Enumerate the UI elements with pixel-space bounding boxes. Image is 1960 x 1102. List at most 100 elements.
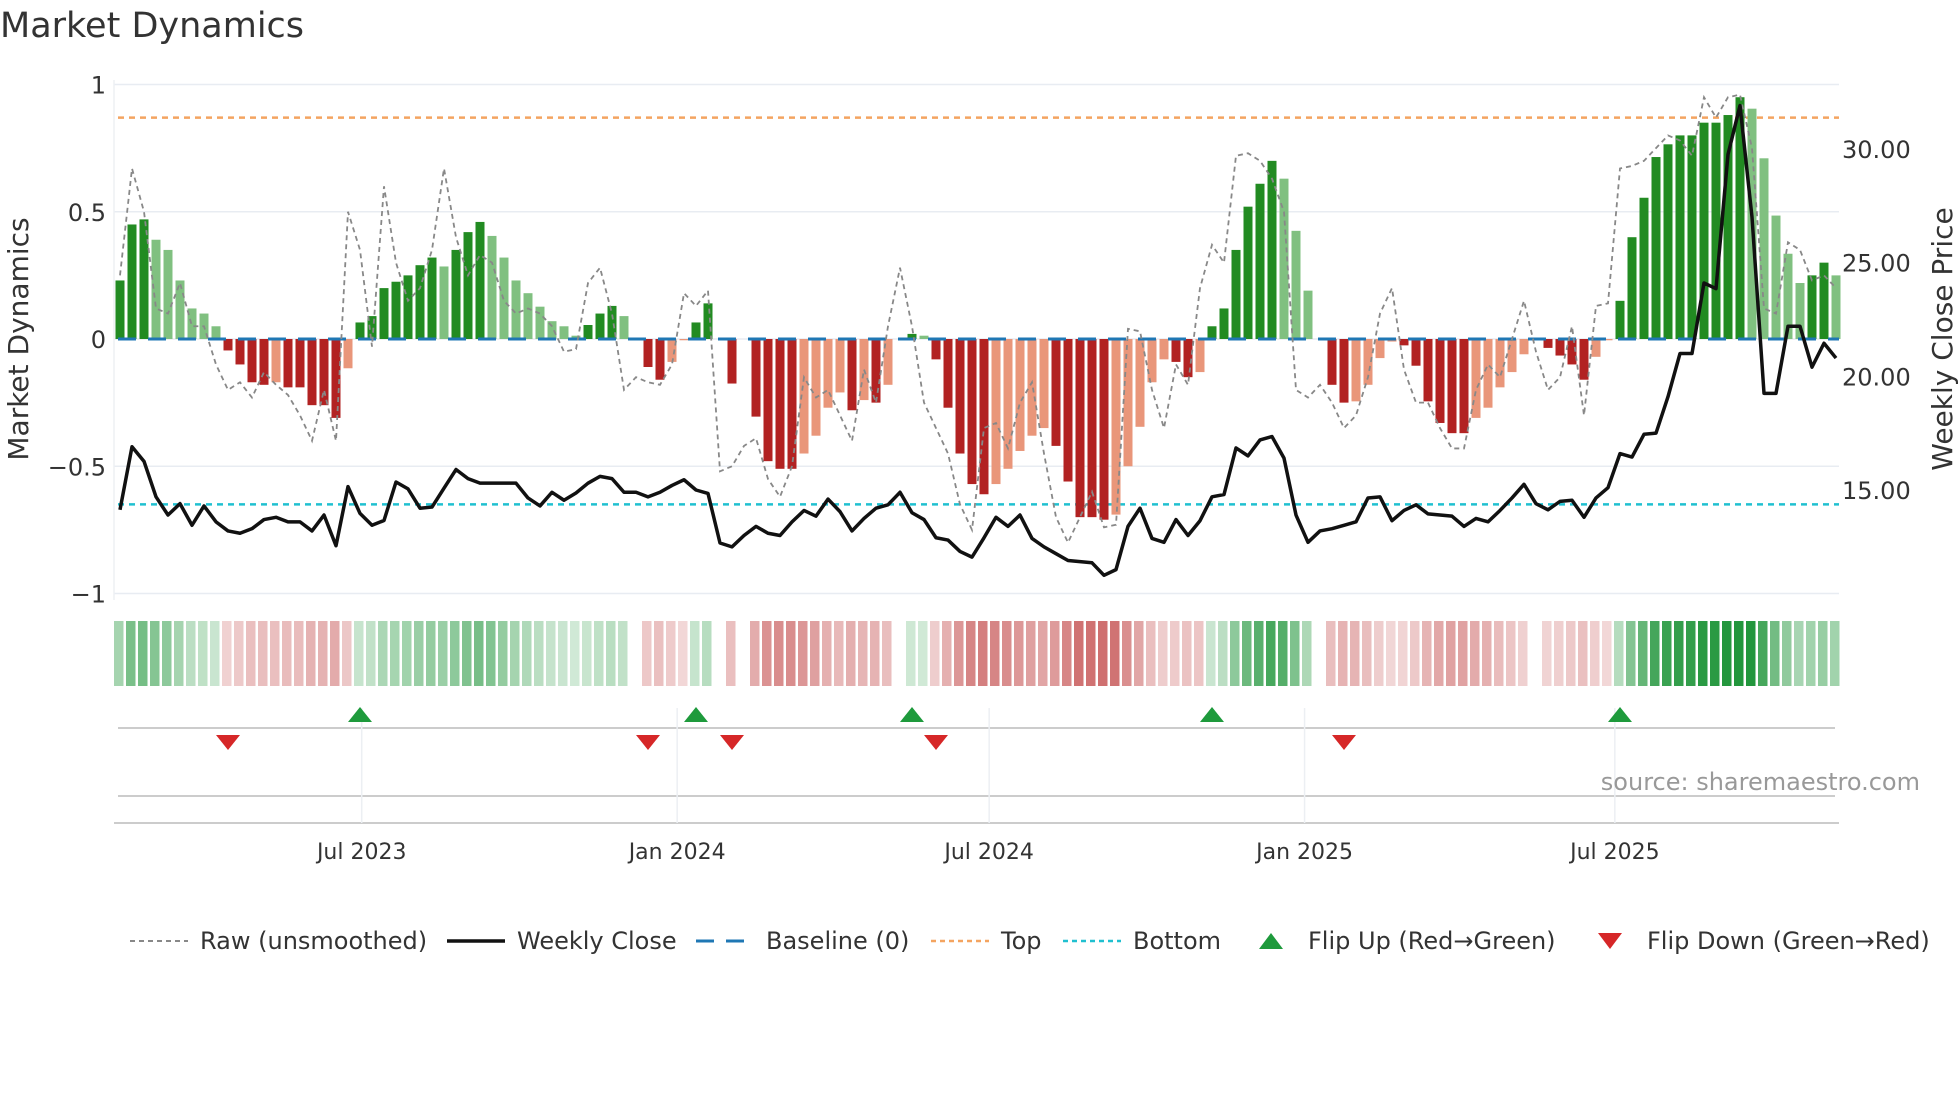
dynamics-bar: [1579, 339, 1589, 380]
flip-up-marker: [1200, 707, 1224, 722]
x-tick-label: Jan 2025: [1254, 840, 1353, 865]
dynamics-bars: [115, 97, 1841, 520]
heat-strip-cell: [1338, 621, 1348, 686]
right-y-tick-label: 15.00: [1842, 477, 1911, 505]
legend-top-label: Top: [1001, 927, 1042, 955]
flip-down-marker: [720, 735, 744, 750]
heat-strip-cell: [690, 621, 700, 686]
heat-strip-cell: [1818, 621, 1828, 686]
dynamics-bar: [1099, 339, 1109, 520]
heat-strip-cell: [294, 621, 304, 686]
dynamics-bar: [415, 265, 425, 339]
flip-down-marker: [924, 735, 948, 750]
dynamics-bar: [1195, 339, 1205, 373]
dynamics-bar: [319, 339, 329, 406]
x-tick-label: Jan 2024: [627, 840, 726, 865]
heat-strip-cell: [510, 621, 520, 686]
dynamics-bar: [163, 249, 173, 339]
dynamics-bar: [679, 339, 689, 341]
heat-strip-cell: [810, 621, 820, 686]
legend-close-label: Weekly Close: [517, 927, 677, 955]
heat-strip-cell: [1002, 621, 1012, 686]
heat-strip-cell: [1182, 621, 1192, 686]
dynamics-bar: [859, 339, 869, 401]
flip-down-marker: [216, 735, 240, 750]
heat-strip-cell: [750, 621, 760, 686]
dynamics-bar: [391, 281, 401, 339]
dynamics-bar: [259, 339, 269, 385]
heat-strip-cell: [1482, 621, 1492, 686]
dynamics-bar: [1231, 249, 1241, 339]
dynamics-bar: [1663, 144, 1673, 339]
dynamics-bar: [1711, 122, 1721, 339]
heat-strip-cell: [534, 621, 544, 686]
dynamics-bar: [1123, 339, 1133, 467]
heat-strip-cell: [882, 621, 892, 686]
dynamics-bar: [247, 339, 257, 383]
heat-strip-cell: [1626, 621, 1636, 686]
heat-strip-cell: [966, 621, 976, 686]
dynamics-bar: [1303, 290, 1313, 339]
dynamics-bar: [1039, 339, 1049, 429]
dynamics-bar: [1135, 339, 1145, 427]
heat-strip-cell: [1602, 621, 1612, 686]
dynamics-bar: [1375, 339, 1385, 359]
heat-strip-cell: [1746, 621, 1756, 686]
right-y-tick-label: 20.00: [1842, 363, 1911, 391]
y-tick-label: 0.5: [68, 199, 106, 227]
right-axis-ticks: 30.00 25.00 20.00 15.00: [1842, 136, 1911, 505]
heat-strip-cell: [798, 621, 808, 686]
heat-strip-cell: [1782, 621, 1792, 686]
dynamics-bar: [1591, 339, 1601, 357]
legend-top: Top: [931, 924, 1042, 958]
heat-strip-cell: [1674, 621, 1684, 686]
dynamics-bar: [1351, 339, 1361, 402]
heat-strip-cell: [1494, 621, 1504, 686]
heat-strip-cell: [906, 621, 916, 686]
dynamics-bar: [559, 326, 569, 339]
heat-strip-cell: [594, 621, 604, 686]
heat-strip-cell: [1290, 621, 1300, 686]
heat-strip-cell: [1386, 621, 1396, 686]
y-tick-label: 0: [91, 326, 106, 354]
heat-strip-cell: [354, 621, 364, 686]
dynamics-bar: [439, 266, 449, 339]
heat-strip-cell: [1098, 621, 1108, 686]
dynamics-bar: [487, 235, 497, 339]
y-tick-label: 1: [91, 72, 106, 100]
dynamics-bar: [1507, 339, 1517, 373]
dynamics-bar: [1675, 135, 1685, 339]
dynamics-bar: [355, 322, 365, 339]
legend-baseline: Baseline (0): [696, 924, 909, 958]
dynamics-bar: [619, 316, 629, 339]
heat-strip-cell: [1806, 621, 1816, 686]
heat-strip-cell: [1566, 621, 1576, 686]
dynamics-bar: [1651, 157, 1661, 339]
heat-strip-cell: [1794, 621, 1804, 686]
dynamics-bar: [451, 249, 461, 339]
dynamics-bar: [1159, 339, 1169, 360]
legend-raw-label: Raw (unsmoothed): [200, 927, 428, 955]
heat-strip-cell: [678, 621, 688, 686]
heat-strip-cell: [282, 621, 292, 686]
dynamics-bar: [1771, 215, 1781, 339]
heat-strip-cell: [138, 621, 148, 686]
dynamics-bar: [1327, 339, 1337, 385]
heat-strip-cell: [822, 621, 832, 686]
dynamics-bar: [775, 339, 785, 469]
heat-strip-cell: [1434, 621, 1444, 686]
dynamics-bar: [1615, 300, 1625, 339]
right-y-tick-label: 30.00: [1842, 136, 1911, 164]
legend-top-swatch: [931, 939, 989, 943]
dynamics-bar: [271, 339, 281, 383]
dynamics-bar: [1819, 262, 1829, 339]
raw-line: [119, 93, 1837, 545]
flip-up-marker: [348, 707, 372, 722]
dynamics-bar: [1459, 339, 1469, 434]
dynamics-bar: [727, 339, 737, 384]
heat-strip-cell: [1086, 621, 1096, 686]
dynamics-bar: [295, 339, 305, 388]
heat-strip-cell: [642, 621, 652, 686]
dynamics-bar: [931, 339, 941, 360]
heat-strip-cell: [1350, 621, 1360, 686]
